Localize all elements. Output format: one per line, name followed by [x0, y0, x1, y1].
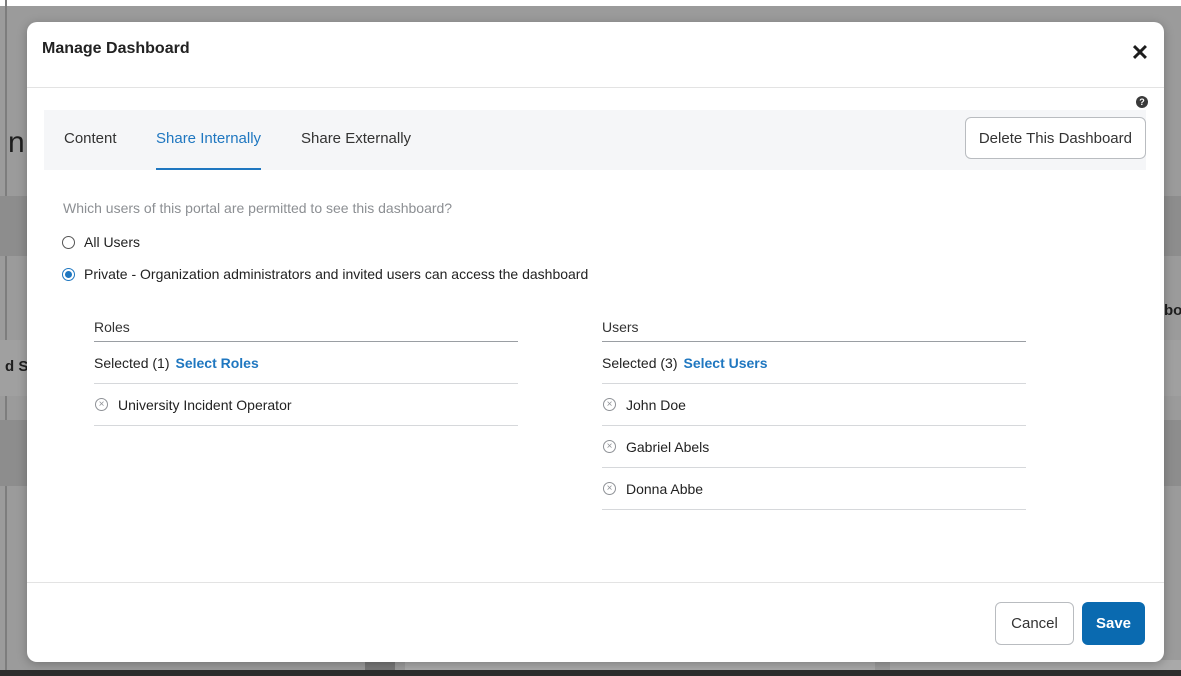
- remove-circle-icon[interactable]: ×: [603, 398, 616, 411]
- background-bottom-bar: [0, 670, 1181, 676]
- radio-button[interactable]: [62, 235, 75, 249]
- option-label: All Users: [84, 234, 141, 250]
- tab-share-externally[interactable]: Share Externally: [301, 110, 411, 170]
- tab-bar: Content Share Internally Share Externall…: [44, 110, 1146, 170]
- roles-selected-count: Selected (1): [94, 355, 170, 371]
- background-topbar: [0, 0, 1181, 6]
- background-text-fragment: d S: [5, 358, 29, 375]
- list-item: × John Doe: [602, 384, 1026, 426]
- background-text-fragment: n: [8, 126, 25, 159]
- remove-circle-icon[interactable]: ×: [603, 482, 616, 495]
- roles-selected-row: Selected (1) Select Roles: [94, 342, 518, 384]
- users-selected-row: Selected (3) Select Users: [602, 342, 1026, 384]
- tab-content[interactable]: Content: [64, 110, 117, 170]
- users-header: Users: [602, 316, 1026, 342]
- list-item: × University Incident Operator: [94, 384, 518, 426]
- role-name: University Incident Operator: [118, 396, 292, 413]
- select-users-link[interactable]: Select Users: [683, 355, 767, 371]
- roles-header: Roles: [94, 316, 518, 342]
- background-divider: [5, 0, 7, 676]
- remove-circle-icon[interactable]: ×: [603, 440, 616, 453]
- roles-column: Roles Selected (1) Select Roles × Univers…: [94, 316, 518, 426]
- help-icon[interactable]: ?: [1136, 96, 1148, 108]
- modal-footer: Cancel Save: [27, 582, 1164, 662]
- access-question: Which users of this portal are permitted…: [63, 200, 453, 216]
- list-item: × Gabriel Abels: [602, 426, 1026, 468]
- modal-header: Manage Dashboard ✕: [27, 22, 1164, 88]
- option-all-users[interactable]: All Users: [62, 234, 140, 250]
- user-name: Gabriel Abels: [626, 438, 710, 455]
- select-roles-link[interactable]: Select Roles: [175, 355, 258, 371]
- tab-share-internally[interactable]: Share Internally: [156, 110, 262, 170]
- users-selected-count: Selected (3): [602, 355, 678, 371]
- user-name: John Doe: [626, 396, 686, 413]
- close-icon[interactable]: ✕: [1130, 42, 1150, 64]
- option-label: Private - Organization administrators an…: [84, 266, 589, 282]
- users-column: Users Selected (3) Select Users × John Do…: [602, 316, 1026, 510]
- list-item: × Donna Abbe: [602, 468, 1026, 510]
- delete-dashboard-button[interactable]: Delete This Dashboard: [964, 117, 1146, 159]
- radio-button[interactable]: [62, 267, 75, 281]
- background-text-fragment: bo: [1164, 302, 1181, 319]
- save-button[interactable]: Save: [1082, 602, 1145, 645]
- cancel-button[interactable]: Cancel: [995, 602, 1074, 645]
- option-private[interactable]: Private - Organization administrators an…: [62, 266, 588, 282]
- modal-title: Manage Dashboard: [42, 40, 190, 57]
- manage-dashboard-modal: Manage Dashboard ✕ ? Content Share Inter…: [27, 22, 1164, 662]
- remove-circle-icon[interactable]: ×: [95, 398, 108, 411]
- user-name: Donna Abbe: [626, 480, 704, 497]
